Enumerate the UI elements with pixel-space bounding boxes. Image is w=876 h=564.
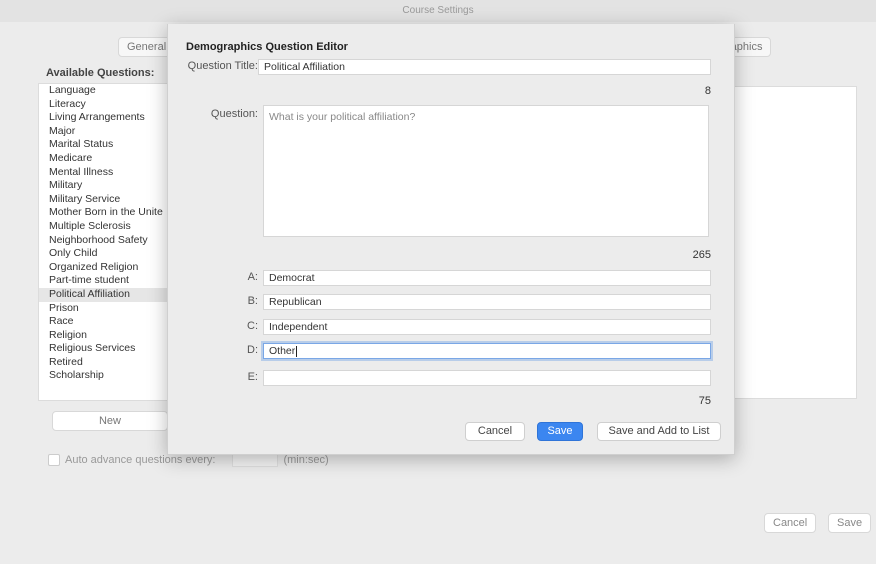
dialog-save-button[interactable]: Save <box>537 422 583 441</box>
available-questions-list[interactable]: Language Literacy Living Arrangements Major… <box>38 83 168 401</box>
auto-advance-time-input[interactable] <box>232 453 279 467</box>
auto-advance-unit: (min:sec) <box>283 454 329 466</box>
answer-label: A: <box>247 271 258 283</box>
list-item[interactable]: Religion <box>39 329 167 343</box>
list-item[interactable]: Multiple Sclerosis <box>39 220 167 234</box>
answer-value: Republican <box>269 296 322 308</box>
list-item[interactable]: Language <box>39 84 167 98</box>
answer-value: Independent <box>269 321 328 333</box>
list-item[interactable]: Literacy <box>39 98 167 112</box>
answer-input[interactable]: Democrat <box>263 270 711 286</box>
list-item[interactable]: Living Arrangements <box>39 111 167 125</box>
answer-input[interactable] <box>263 370 711 386</box>
list-item[interactable]: Religious Services <box>39 342 167 356</box>
list-item[interactable]: Organized Religion <box>39 261 167 275</box>
answer-value: Democrat <box>269 272 315 284</box>
list-item[interactable]: Only Child <box>39 247 167 261</box>
answer-label: B: <box>247 295 258 307</box>
save-and-add-button[interactable]: Save and Add to List <box>597 422 721 441</box>
settings-cancel-button[interactable]: Cancel <box>764 513 817 533</box>
answer-label: E: <box>247 371 258 383</box>
list-item[interactable]: Military <box>39 179 167 193</box>
auto-advance-checkbox[interactable] <box>48 454 60 466</box>
answer-input[interactable]: Republican <box>263 294 711 310</box>
dialog-title: Demographics Question Editor <box>186 41 348 53</box>
question-textarea[interactable]: What is your political affiliation? <box>263 105 709 237</box>
selected-questions-list[interactable] <box>734 86 857 399</box>
list-item[interactable]: Prison <box>39 302 167 316</box>
settings-save-button[interactable]: Save <box>828 513 872 533</box>
answer-input[interactable]: Other <box>263 343 711 359</box>
list-item[interactable]: Retired <box>39 356 167 370</box>
new-question-button[interactable]: New <box>52 411 168 431</box>
list-item[interactable]: Mother Born in the Unite <box>39 206 167 220</box>
window-titlebar: Course Settings <box>0 0 876 23</box>
list-item[interactable]: Mental Illness <box>39 166 167 180</box>
list-item[interactable]: Political Affiliation <box>39 287 167 302</box>
auto-advance-row: Auto advance questions every: (min:sec) <box>48 453 329 467</box>
question-title-label: Question Title: <box>187 60 258 72</box>
list-item[interactable]: Part-time student <box>39 274 167 288</box>
list-item[interactable]: Military Service <box>39 193 167 207</box>
list-item[interactable]: Race <box>39 315 167 329</box>
available-questions-label: Available Questions: <box>46 67 155 79</box>
list-item[interactable]: Neighborhood Safety <box>39 234 167 248</box>
question-editor-dialog: Demographics Question Editor Question Ti… <box>167 24 735 455</box>
auto-advance-label: Auto advance questions every: <box>65 454 216 466</box>
answer-label: D: <box>247 344 258 356</box>
dialog-cancel-button[interactable]: Cancel <box>465 422 525 441</box>
question-title-input[interactable]: Political Affiliation <box>258 59 711 75</box>
answer-label: C: <box>247 320 258 332</box>
text-cursor <box>296 345 298 357</box>
list-item[interactable]: Scholarship <box>39 369 167 383</box>
list-item[interactable]: Major <box>39 125 167 139</box>
question-label: Question: <box>210 108 258 120</box>
question-char-counter: 265 <box>692 249 711 261</box>
answers-char-counter: 75 <box>698 395 711 407</box>
window-title: Course Settings <box>402 5 474 16</box>
list-item[interactable]: Marital Status <box>39 138 167 152</box>
list-item[interactable]: Medicare <box>39 152 167 166</box>
answer-value: Other <box>269 345 296 357</box>
title-char-counter: 8 <box>704 85 711 97</box>
answer-input[interactable]: Independent <box>263 319 711 335</box>
